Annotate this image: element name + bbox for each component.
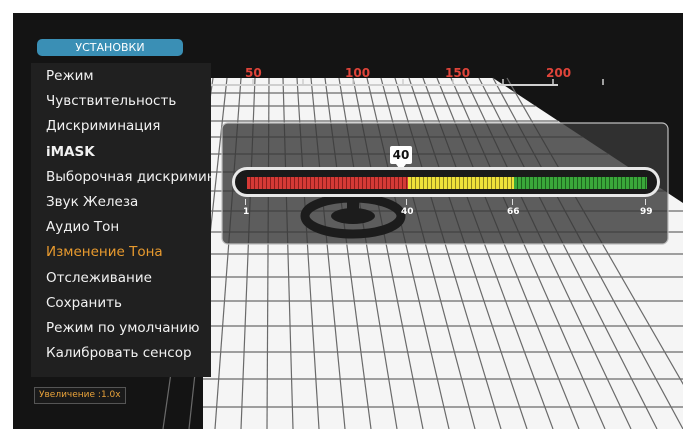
menu-item[interactable]: Режим	[46, 68, 94, 84]
menu-item[interactable]: Выборочная дискриминация	[46, 169, 211, 185]
menu-item[interactable]: Изменение Тона	[46, 244, 163, 260]
scale-label-1: 1	[243, 207, 250, 217]
scale-label-40: 40	[401, 207, 414, 217]
scale-tick	[406, 199, 407, 205]
tone-segment-red	[247, 177, 408, 189]
ruler-label-50: 50	[245, 66, 262, 80]
menu-item[interactable]: Аудио Тон	[46, 219, 119, 235]
tone-bar-segments	[247, 177, 647, 189]
ruler-label-150: 150	[445, 66, 471, 80]
tone-segment-green	[514, 177, 647, 189]
tone-value-marker[interactable]: 40	[390, 146, 412, 164]
tone-segment-yellow	[408, 177, 514, 189]
menu-item[interactable]: iMASK	[46, 144, 95, 160]
scale-tick	[245, 199, 246, 205]
settings-menu: Режим Чувствительность Дискриминация iMASK В…	[31, 63, 211, 377]
detector-screen: УСТАНОВКИ Режим Чувствительность Дискримин…	[13, 13, 683, 429]
scale-tick	[512, 199, 513, 205]
menu-item[interactable]: Дискриминация	[46, 118, 160, 134]
menu-item[interactable]: Отслеживание	[46, 270, 152, 286]
tone-break-bar[interactable]	[232, 167, 660, 197]
scale-tick	[645, 199, 646, 205]
scale-label-66: 66	[507, 207, 520, 217]
zoom-level-label: Увеличение :1.0x	[34, 387, 126, 404]
settings-header: УСТАНОВКИ	[37, 39, 183, 56]
ruler-label-200: 200	[546, 66, 572, 80]
menu-item[interactable]: Звук Железа	[46, 194, 138, 210]
ruler-label-100: 100	[345, 66, 371, 80]
scale-label-99: 99	[640, 207, 653, 217]
menu-item[interactable]: Режим по умолчанию	[46, 320, 200, 336]
menu-item[interactable]: Калибровать сенсор	[46, 345, 192, 361]
menu-item[interactable]: Сохранить	[46, 295, 122, 311]
menu-item[interactable]: Чувствительность	[46, 93, 176, 109]
